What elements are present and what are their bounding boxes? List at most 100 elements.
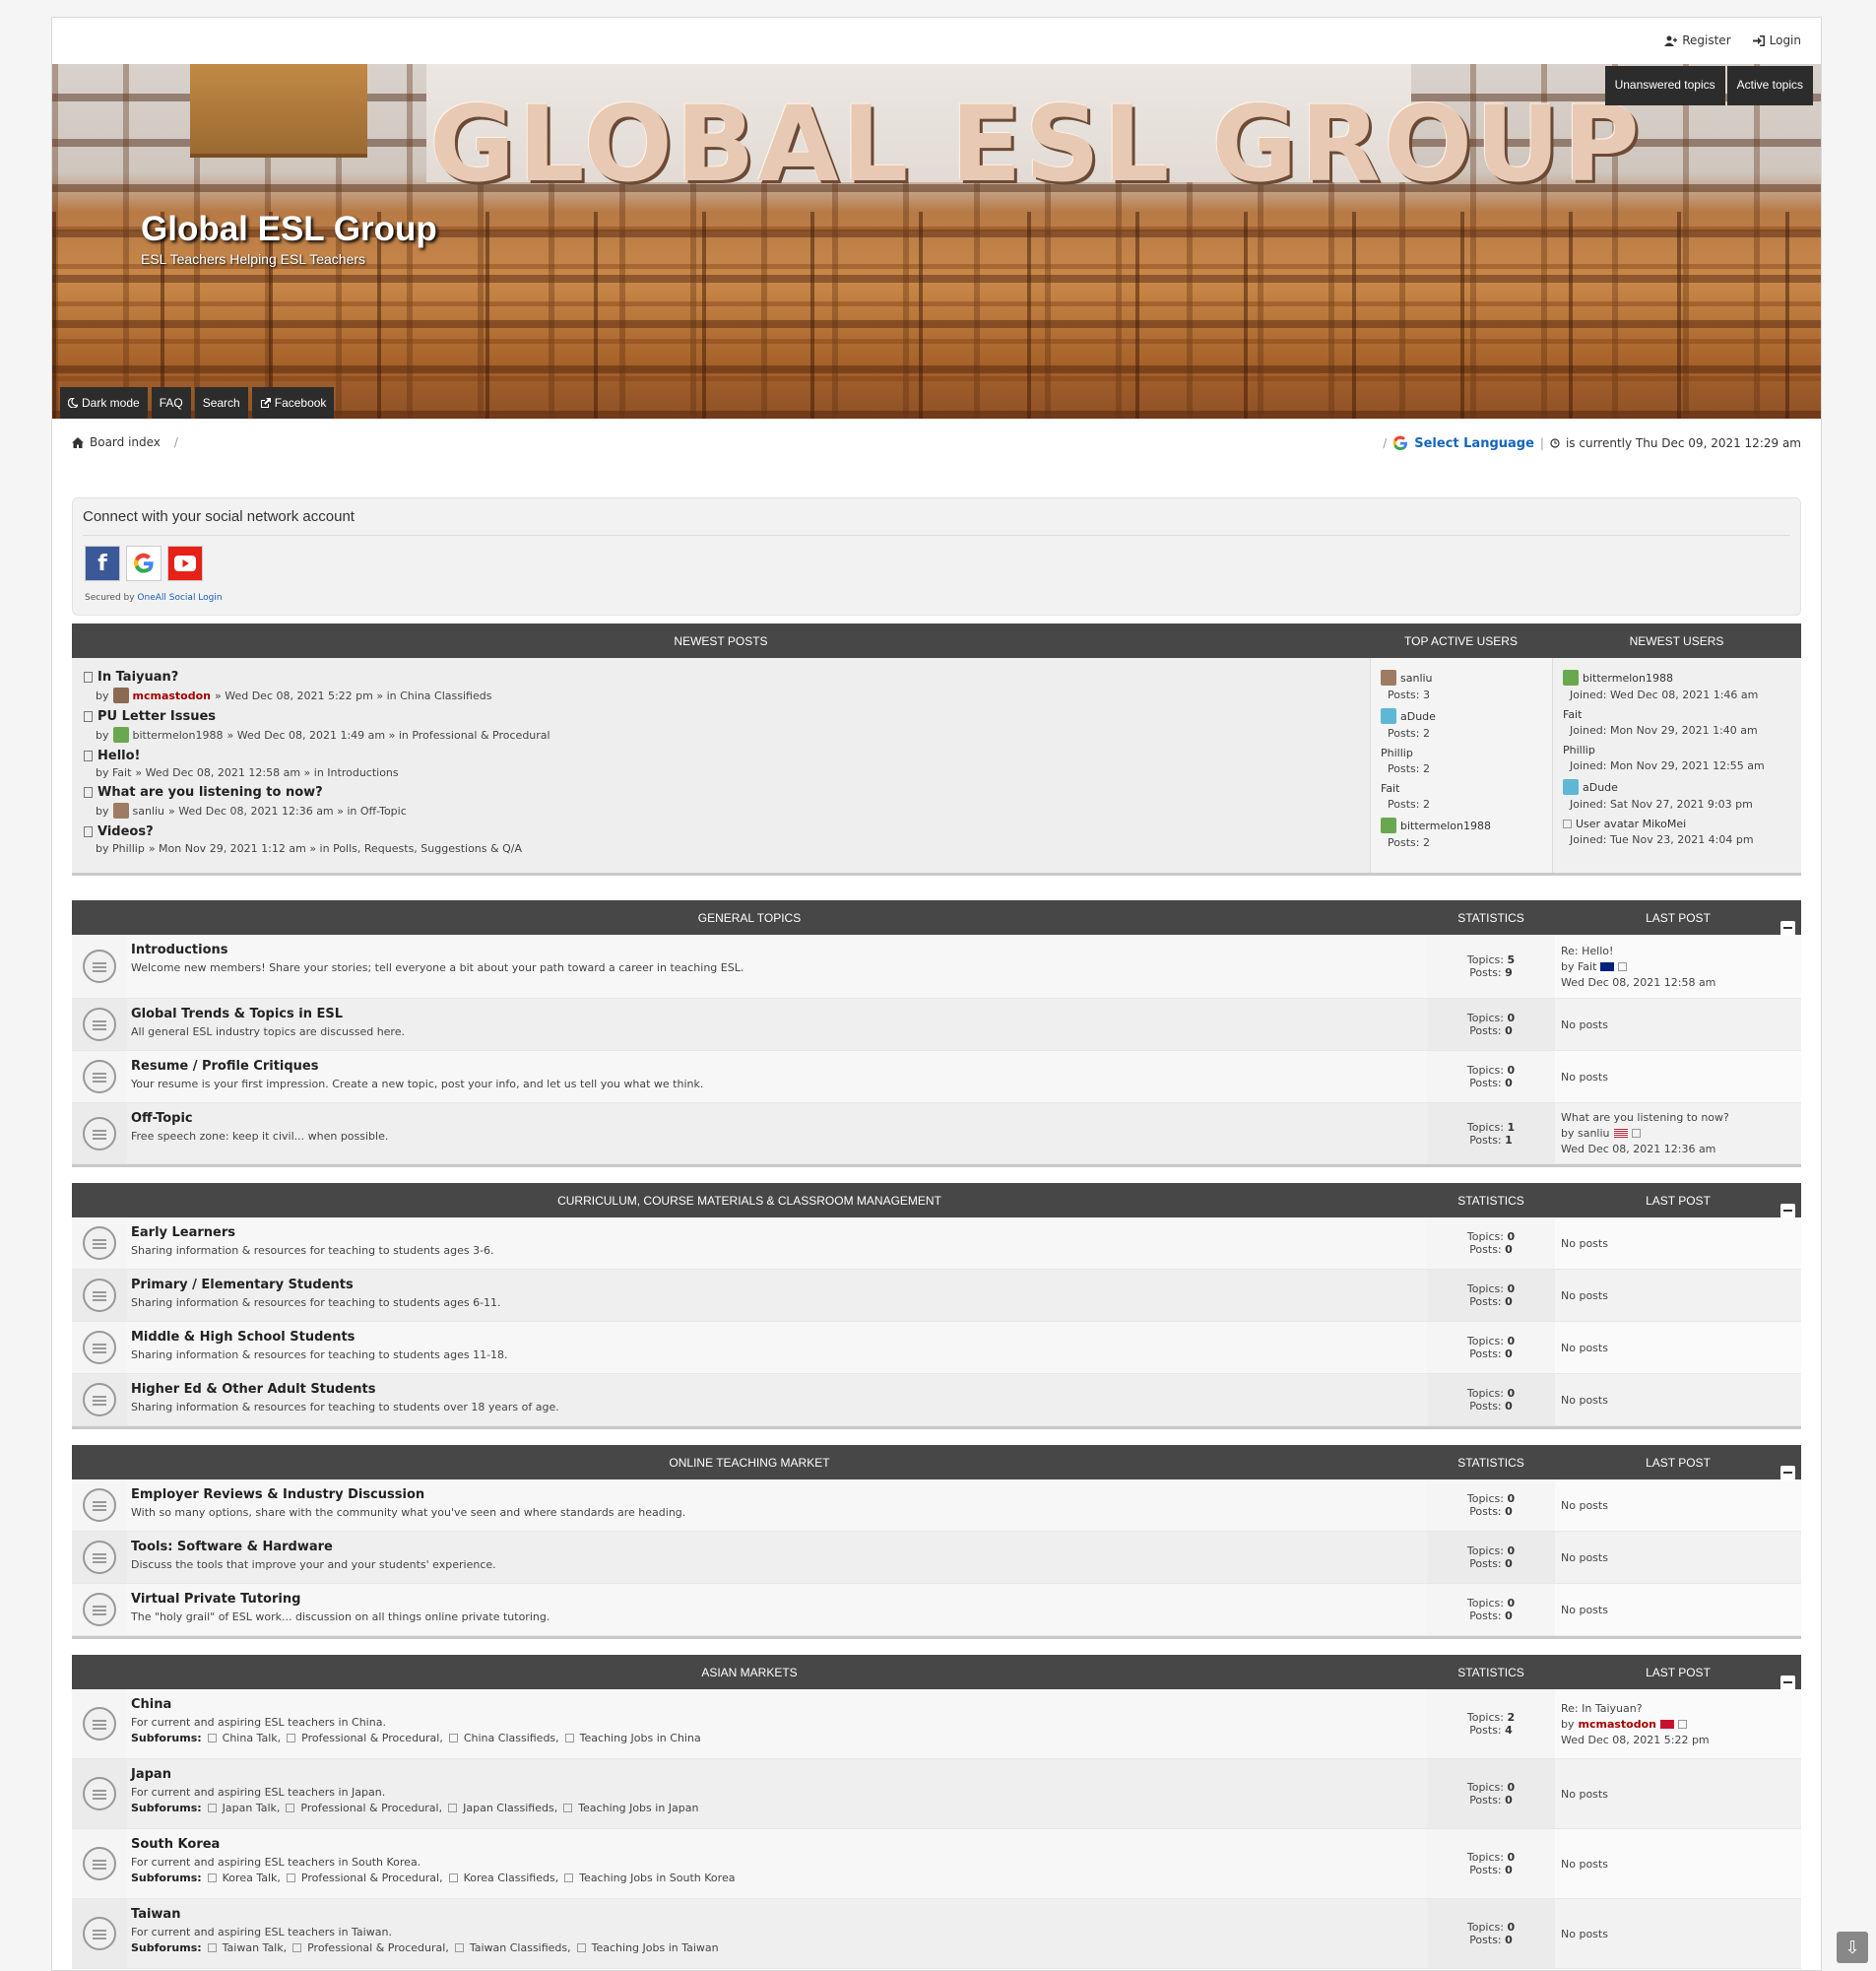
forum-title-link[interactable]: Taiwan [131,1907,1423,1922]
user-link[interactable]: User avatar MikoMei [1576,818,1686,830]
post-title-link[interactable]: PU Letter Issues [97,709,216,724]
forum-description: Welcome new members! Share your stories;… [131,961,744,974]
user-link[interactable]: Fait [1563,708,1582,721]
user-link[interactable]: bittermelon1988 [1583,672,1673,685]
forum-title-link[interactable]: Global Trends & Topics in ESL [131,1007,1423,1021]
login-link[interactable]: Login [1752,33,1801,47]
forum-title-link[interactable]: Japan [131,1767,1423,1782]
table-row[interactable]: Middle & High School Students Sharing inf… [72,1322,1801,1374]
view-latest-post-icon[interactable] [1678,1719,1687,1729]
table-row[interactable]: Tools: Software & Hardware Discuss the to… [72,1532,1801,1584]
active-topics-button[interactable]: Active topics [1726,66,1813,105]
forum-title-link[interactable]: Off-Topic [131,1111,1423,1126]
user-link[interactable]: bittermelon1988 [133,729,224,742]
subforum-link[interactable]: Teaching Jobs in Taiwan [592,1941,719,1954]
post-title-link[interactable]: Videos? [97,824,154,839]
forum-status-icon [72,1322,127,1373]
facebook-button[interactable]: Facebook [251,387,335,419]
subforum-link[interactable]: China Classifieds, [464,1732,559,1744]
table-row[interactable]: Introductions Welcome new members! Share … [72,935,1801,999]
user-link[interactable]: Fait [1381,782,1399,795]
table-row[interactable]: Employer Reviews & Industry Discussion Wi… [72,1479,1801,1532]
forum-title-link[interactable]: Employer Reviews & Industry Discussion [131,1487,1423,1502]
table-row[interactable]: Primary / Elementary Students Sharing inf… [72,1270,1801,1322]
forum-title-link[interactable]: Tools: Software & Hardware [131,1540,1423,1554]
subforum-link[interactable]: Japan Classifieds, [463,1802,557,1814]
subforum-link[interactable]: Korea Classifieds, [464,1872,559,1884]
table-row[interactable]: Higher Ed & Other Adult Students Sharing … [72,1374,1801,1426]
subforums-list: Subforums: Taiwan Talk, Professional & P… [131,1941,1423,1954]
table-row[interactable]: Global Trends & Topics in ESL All general… [72,999,1801,1051]
table-row[interactable]: Off-Topic Free speech zone: keep it civil… [72,1103,1801,1164]
forum-title-link[interactable]: South Korea [131,1837,1423,1852]
table-row[interactable]: Early Learners Sharing information & reso… [72,1217,1801,1270]
forum-title-link[interactable]: Virtual Private Tutoring [131,1592,1423,1607]
forum-title-link[interactable]: Middle & High School Students [131,1330,1423,1345]
post-title-link[interactable]: In Taiyuan? [97,670,178,685]
by-label[interactable]: by Phillip [96,842,145,855]
top-active-users-list: sanliu Posts: 3 aDude Posts: 2 Phillip Post… [1370,658,1552,873]
table-row[interactable]: Taiwan For current and aspiring ESL teac… [72,1899,1801,1969]
subforum-link[interactable]: Korea Talk, [223,1872,281,1884]
dark-mode-button[interactable]: Dark mode [60,387,148,419]
subforum-link[interactable]: China Talk, [223,1732,281,1744]
user-link[interactable]: sanliu [133,805,165,818]
subforum-link[interactable]: Taiwan Classifieds, [470,1941,571,1954]
view-latest-post-icon[interactable] [1631,1129,1641,1138]
select-language-link[interactable]: Select Language [1414,436,1534,451]
forum-title-link[interactable]: Early Learners [131,1225,1423,1240]
scroll-down-icon[interactable]: ⇩ [1837,1932,1868,1963]
forum-title-link[interactable]: Resume / Profile Critiques [131,1059,1423,1074]
subforum-link[interactable]: Teaching Jobs in China [580,1732,701,1744]
table-row[interactable]: South Korea For current and aspiring ESL… [72,1829,1801,1899]
forum-title-link[interactable]: China [131,1697,1423,1712]
subforum-link[interactable]: Professional & Procedural, [301,1732,443,1744]
last-post-author[interactable]: by Fait [1561,960,1596,973]
user-link[interactable]: aDude [1583,781,1618,794]
user-link[interactable]: Phillip [1563,744,1595,756]
subforum-link[interactable]: Professional & Procedural, [307,1941,449,1954]
by-label[interactable]: by Fait [96,766,131,779]
last-post-title-link[interactable]: What are you listening to now? [1561,1111,1795,1124]
register-link[interactable]: Register [1664,33,1731,47]
post-title-link[interactable]: Hello! [97,749,140,763]
user-link[interactable]: aDude [1400,710,1436,723]
table-row[interactable]: Virtual Private Tutoring The "holy grail"… [72,1584,1801,1636]
subforum-link[interactable]: Professional & Procedural, [301,1872,443,1884]
secured-by-text: Secured by OneAll Social Login [85,593,223,603]
last-post-title-link[interactable]: Re: In Taiyuan? [1561,1702,1795,1715]
view-latest-post-icon[interactable] [1618,961,1628,971]
collapse-button[interactable] [1780,1203,1795,1218]
user-link[interactable]: mcmastodon [133,690,212,702]
last-post-author[interactable]: mcmastodon [1579,1718,1657,1731]
forum-title-link[interactable]: Introductions [131,943,1423,957]
subforum-link[interactable]: Teaching Jobs in South Korea [579,1872,735,1884]
google-login-icon[interactable] [126,546,162,581]
youtube-login-icon[interactable] [167,546,203,581]
subforum-link[interactable]: Japan Talk, [223,1802,281,1814]
board-index-link[interactable]: Board index [90,435,161,449]
search-button[interactable]: Search [194,387,248,419]
faq-button[interactable]: FAQ [151,387,191,419]
collapse-button[interactable] [1780,1675,1795,1690]
site-title[interactable]: Global ESL Group [141,210,437,249]
post-title-link[interactable]: What are you listening to now? [97,785,323,800]
collapse-button[interactable] [1780,1465,1795,1480]
last-post-title-link[interactable]: Re: Hello! [1561,945,1795,957]
facebook-login-icon[interactable]: f [85,546,120,581]
unanswered-topics-button[interactable]: Unanswered topics [1604,66,1725,105]
table-row[interactable]: Japan For current and aspiring ESL teach… [72,1759,1801,1829]
forum-title-link[interactable]: Higher Ed & Other Adult Students [131,1382,1423,1397]
table-row[interactable]: Resume / Profile Critiques Your resume is… [72,1051,1801,1103]
subforum-link[interactable]: Professional & Procedural, [300,1802,442,1814]
user-link[interactable]: Phillip [1381,747,1413,759]
user-link[interactable]: bittermelon1988 [1400,820,1491,832]
collapse-button[interactable] [1780,920,1795,936]
user-link[interactable]: sanliu [1400,672,1433,685]
subforum-link[interactable]: Taiwan Talk, [223,1941,287,1954]
forum-title-link[interactable]: Primary / Elementary Students [131,1278,1423,1292]
table-row[interactable]: China For current and aspiring ESL teach… [72,1689,1801,1759]
subforum-link[interactable]: Teaching Jobs in Japan [578,1802,698,1814]
oneall-link[interactable]: OneAll Social Login [137,593,222,603]
last-post-author[interactable]: by sanliu [1561,1127,1610,1140]
